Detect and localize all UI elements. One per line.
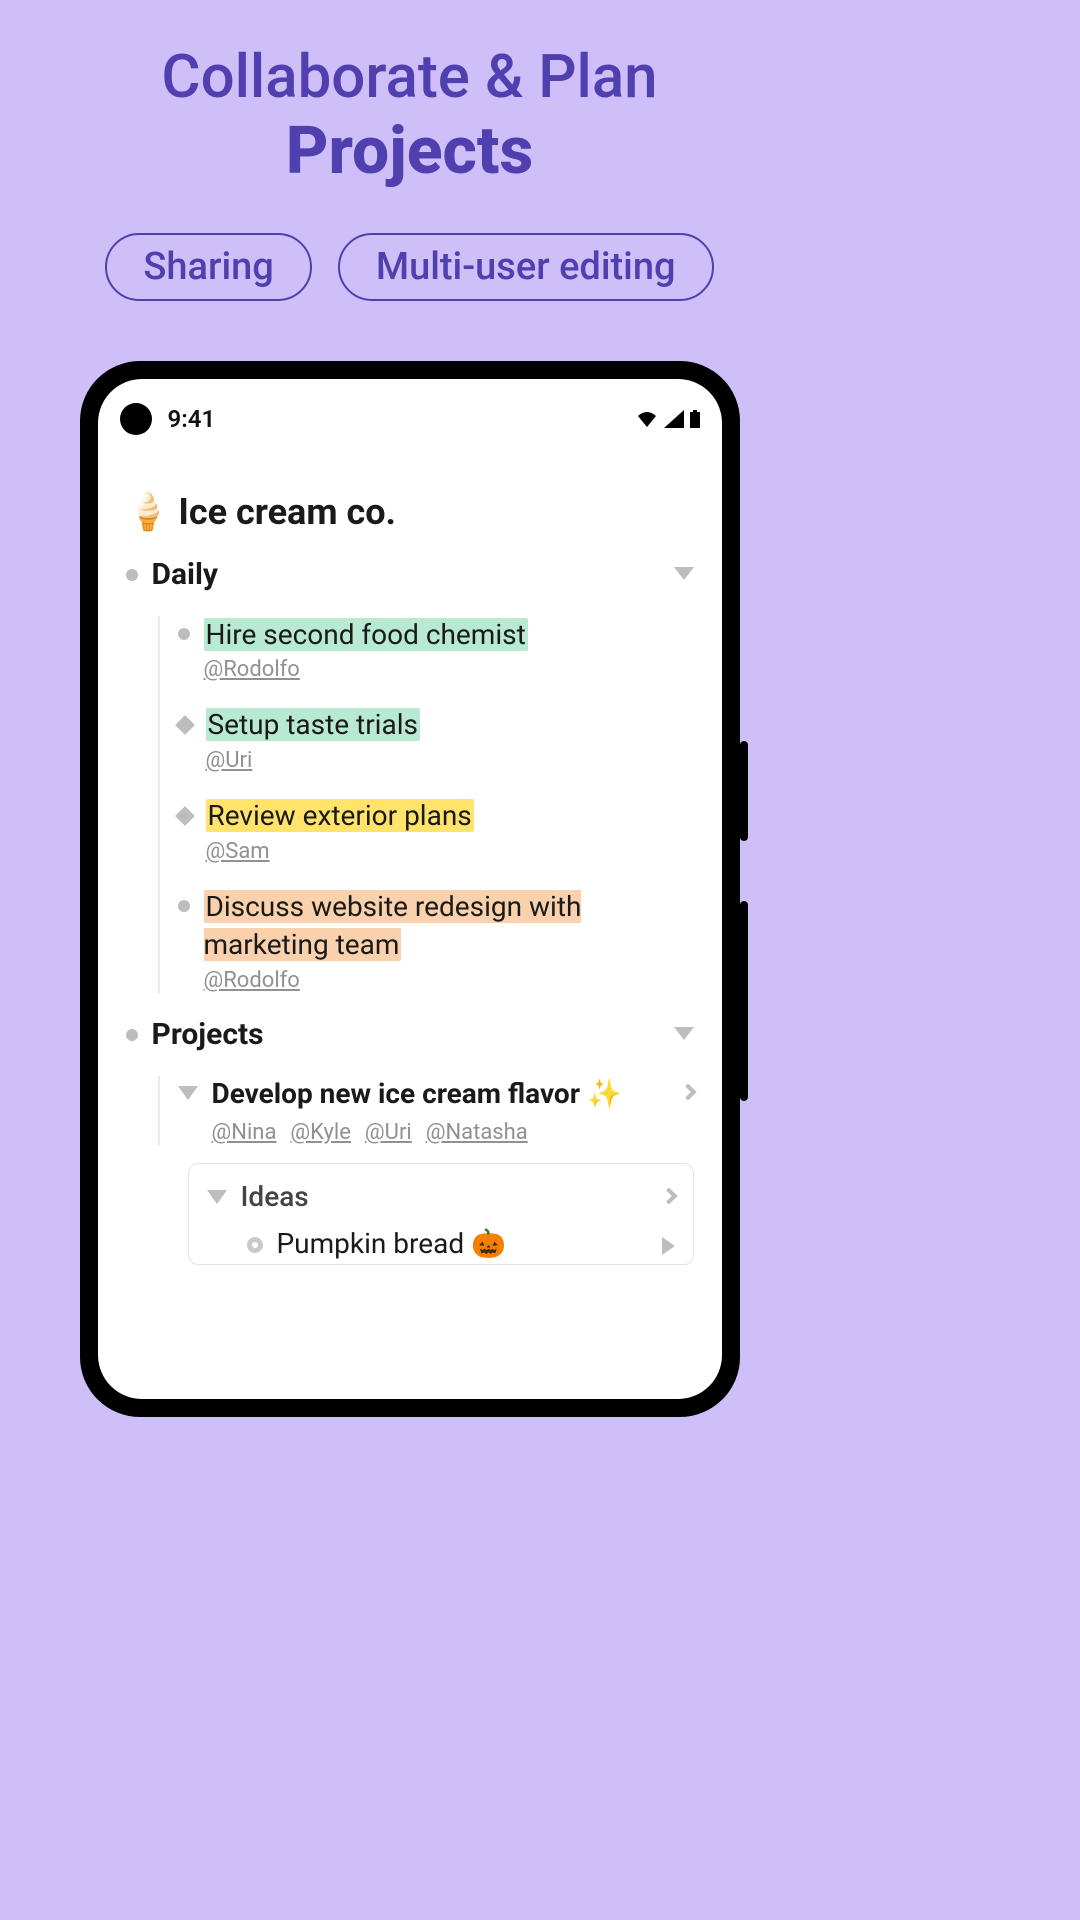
project-title: Develop new ice cream flavor ✨	[212, 1076, 668, 1112]
mention[interactable]: @Sam	[206, 839, 694, 864]
list-item[interactable]: Hire second food chemist @Rodolfo	[178, 616, 694, 683]
list-item[interactable]: Review exterior plans @Sam	[178, 797, 694, 864]
collapse-icon[interactable]	[674, 1027, 694, 1040]
sparkle-icon: ✨	[587, 1077, 622, 1110]
item-text: Discuss website redesign with marketing …	[204, 890, 582, 961]
ideas-card[interactable]: Ideas Pumpkin bread 🎃	[188, 1163, 694, 1265]
battery-icon	[690, 410, 700, 428]
mention[interactable]: @Rodolfo	[204, 657, 694, 682]
item-text: Hire second food chemist	[204, 618, 528, 651]
idea-text: Pumpkin bread 🎃	[277, 1227, 648, 1260]
mention[interactable]: @Rodolfo	[204, 968, 694, 993]
bullet-icon	[178, 900, 190, 912]
section-daily[interactable]: Daily	[126, 557, 694, 592]
chip-multiuser[interactable]: Multi-user editing	[338, 233, 714, 301]
document: 🍦 Ice cream co. Daily Hire second food c…	[120, 441, 700, 1265]
list-item[interactable]: Setup taste trials @Uri	[178, 706, 694, 773]
mention[interactable]: @Uri	[206, 748, 694, 773]
radio-icon[interactable]	[247, 1237, 263, 1253]
section-projects[interactable]: Projects	[126, 1017, 694, 1052]
chip-sharing[interactable]: Sharing	[105, 233, 311, 301]
daily-items: Hire second food chemist @Rodolfo Setup …	[158, 616, 694, 993]
status-time: 9:41	[168, 405, 216, 433]
phone-frame: 9:41 🍦 Ice cream co. Daily	[80, 361, 740, 1417]
project-mentions: @Nina @Kyle @Uri @Natasha	[212, 1120, 694, 1145]
list-item[interactable]: Discuss website redesign with marketing …	[178, 888, 694, 993]
phone-side-button	[740, 741, 748, 841]
bullet-icon	[126, 1029, 138, 1041]
chip-row: Sharing Multi-user editing	[0, 233, 819, 301]
ice-cream-icon: 🍦	[126, 491, 171, 533]
item-text: Setup taste trials	[206, 708, 420, 741]
collapse-icon[interactable]	[674, 567, 694, 580]
projects-items: Develop new ice cream flavor ✨ @Nina @Ky…	[158, 1076, 694, 1145]
document-title[interactable]: 🍦 Ice cream co.	[126, 491, 694, 533]
chevron-right-icon[interactable]	[660, 1187, 677, 1204]
bullet-icon	[178, 628, 190, 640]
mention[interactable]: @Natasha	[426, 1120, 528, 1145]
phone-screen: 9:41 🍦 Ice cream co. Daily	[98, 379, 722, 1399]
bullet-icon	[126, 569, 138, 581]
mention[interactable]: @Kyle	[290, 1120, 351, 1145]
hero-title: Collaborate & Plan	[0, 44, 819, 110]
phone-side-button	[740, 901, 748, 1101]
signal-icon	[664, 410, 684, 428]
idea-item[interactable]: Pumpkin bread 🎃	[247, 1227, 675, 1260]
project-item[interactable]: Develop new ice cream flavor ✨	[178, 1076, 694, 1112]
hero-emphasis: Projects	[0, 116, 819, 189]
wifi-icon	[636, 410, 658, 428]
bullet-icon	[175, 715, 195, 735]
expand-icon[interactable]	[178, 1086, 198, 1100]
chevron-right-icon[interactable]	[679, 1083, 696, 1100]
expand-icon[interactable]	[207, 1190, 227, 1204]
document-title-text: Ice cream co.	[178, 491, 396, 533]
bullet-icon	[175, 806, 195, 826]
status-bar: 9:41	[120, 397, 700, 441]
front-camera	[120, 403, 152, 435]
item-text: Review exterior plans	[206, 799, 474, 832]
ideas-label: Ideas	[241, 1180, 649, 1213]
hero: Collaborate & Plan Projects Sharing Mult…	[0, 0, 819, 301]
mention[interactable]: @Uri	[365, 1120, 412, 1145]
chevron-right-icon[interactable]	[662, 1237, 675, 1255]
mention[interactable]: @Nina	[212, 1120, 277, 1145]
section-label: Daily	[152, 557, 660, 592]
section-label: Projects	[152, 1017, 660, 1052]
